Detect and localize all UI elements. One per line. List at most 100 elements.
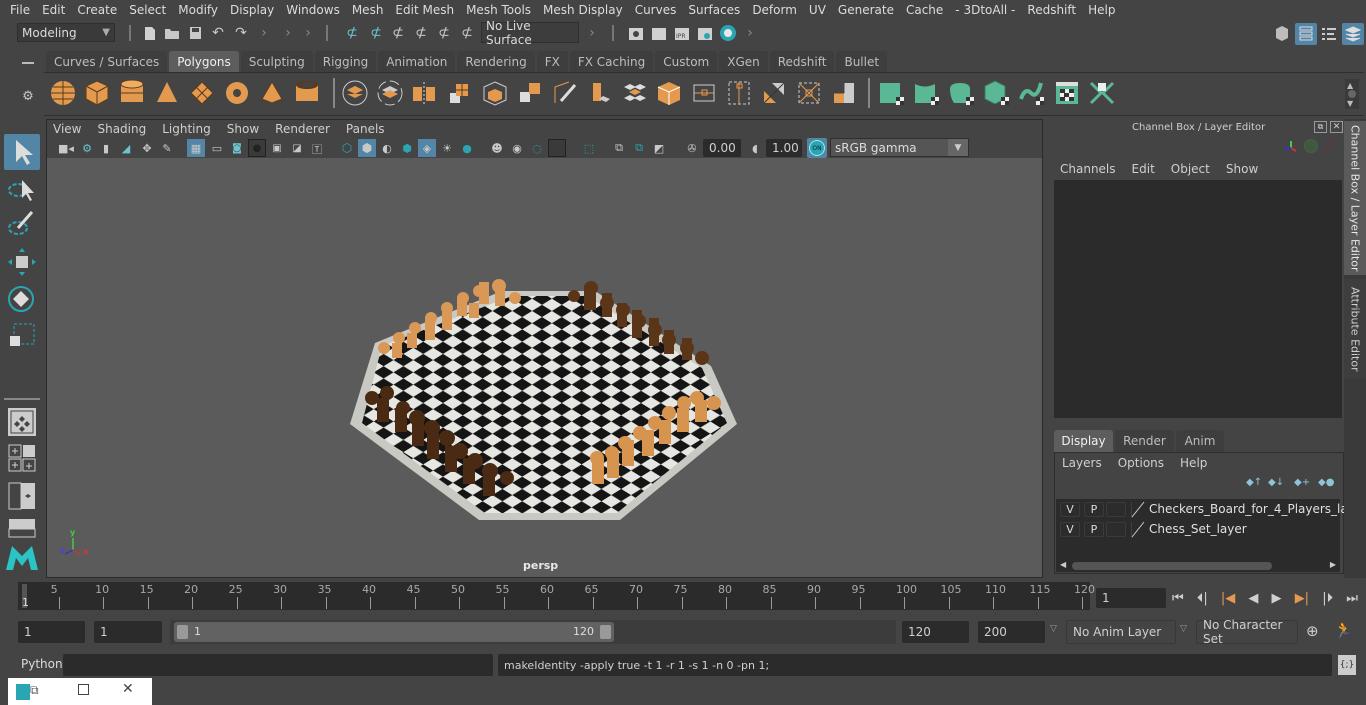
scroll-right-icon[interactable]: ▶ (1330, 560, 1336, 569)
shelf-menu-icon[interactable] (22, 62, 34, 64)
collapse-arrow-icon[interactable]: › (258, 23, 270, 43)
rotate-tool-button[interactable] (4, 281, 40, 317)
menu-mesh-tools[interactable]: Mesh Tools (460, 3, 537, 17)
shelf-tab-fx-caching[interactable]: FX Caching (569, 51, 654, 72)
anti-aliasing-icon[interactable]: ◌ (528, 139, 546, 157)
vp-menu-show[interactable]: Show (227, 122, 259, 136)
exposure-field[interactable]: 0.00 (703, 139, 741, 157)
poly-cone-icon[interactable] (153, 79, 181, 107)
snap-view-plane-icon[interactable]: ⊄ (411, 23, 431, 43)
shelf-tab-xgen[interactable]: XGen (719, 51, 768, 72)
planar-uv-icon[interactable] (878, 79, 906, 107)
menu-create[interactable]: Create (71, 3, 123, 17)
poly-pyramid-icon[interactable] (258, 79, 286, 107)
grease-pencil-icon[interactable]: ✎ (158, 139, 176, 157)
shade-default-material-icon[interactable]: ◐ (378, 139, 396, 157)
anim-layer-chevron-icon[interactable]: ▽ (1050, 624, 1057, 634)
open-scene-icon[interactable] (163, 23, 181, 43)
side-tab-attribute-editor[interactable]: Attribute Editor (1344, 279, 1366, 379)
channel-box-list[interactable] (1054, 180, 1342, 418)
shelf-tab-curves-surfaces[interactable]: Curves / Surfaces (46, 51, 168, 72)
snap-grid-icon[interactable]: ⊄ (342, 23, 362, 43)
textured-icon[interactable]: ◈ (418, 139, 436, 157)
character-set-dropdown[interactable]: No Character Set (1196, 618, 1298, 646)
layer-scroll-thumb[interactable] (1072, 562, 1272, 570)
layer-name[interactable]: Chess_Set_layer (1149, 522, 1247, 536)
shelf-tab-fx[interactable]: FX (536, 51, 568, 72)
grid-toggle-icon[interactable]: ▦ (187, 139, 205, 157)
menu-edit[interactable]: Edit (36, 3, 71, 17)
menu-deform[interactable]: Deform (746, 3, 803, 17)
layer-playback-toggle[interactable]: P (1084, 522, 1104, 537)
speed-toggle-icon[interactable] (1304, 139, 1318, 153)
shelf-tab-redshift[interactable]: Redshift (769, 51, 835, 72)
shadows-icon[interactable]: ● (458, 139, 476, 157)
layer-row[interactable]: V P Chess_Set_layer (1056, 520, 1340, 540)
move-layer-up-icon[interactable]: ◆↑ (1246, 477, 1262, 488)
current-time-marker[interactable]: 1 (22, 596, 29, 609)
manip-axis-icon[interactable] (1282, 139, 1298, 155)
render-view-icon[interactable] (626, 23, 646, 43)
snap-point-icon[interactable]: ⊄ (388, 23, 408, 43)
wireframe-on-shaded-icon[interactable]: ⬢ (398, 139, 416, 157)
step-forward-key-icon[interactable]: ▶| (1295, 591, 1309, 606)
range-slider-bar[interactable]: 1 120 (174, 622, 614, 642)
shelf-tab-sculpting[interactable]: Sculpting (240, 51, 313, 72)
safe-title-icon[interactable]: 🅃 (308, 139, 326, 157)
range-start-handle[interactable] (177, 625, 188, 639)
layer-tab-render[interactable]: Render (1115, 430, 1174, 452)
menu-mesh[interactable]: Mesh (346, 3, 390, 17)
le-menu-layers[interactable]: Layers (1062, 456, 1102, 470)
render-settings-icon[interactable] (695, 23, 715, 43)
tool-settings-icon[interactable] (1319, 23, 1339, 45)
menu-windows[interactable]: Windows (280, 3, 346, 17)
layer-h-scrollbar[interactable]: ◀ ▶ (1058, 560, 1338, 572)
menu-curves[interactable]: Curves (629, 3, 683, 17)
menu-3dtoall[interactable]: - 3DtoAll - (949, 3, 1021, 17)
four-view-layout-button[interactable] (8, 444, 36, 472)
menu-display[interactable]: Display (224, 3, 280, 17)
poly-cylinder-icon[interactable] (118, 79, 146, 107)
menu-redshift[interactable]: Redshift (1021, 3, 1082, 17)
menu-mesh-display[interactable]: Mesh Display (537, 3, 629, 17)
vp-menu-panels[interactable]: Panels (346, 122, 385, 136)
close-panel-icon[interactable]: ✕ (1330, 121, 1343, 133)
character-set-chevron-icon[interactable]: ▽ (1180, 624, 1187, 634)
film-gate-icon[interactable]: ▭ (208, 139, 226, 157)
mode-dropdown[interactable]: Modeling ▼ (17, 23, 115, 42)
new-layer-selected-icon[interactable]: ◆● (1318, 477, 1334, 488)
playback-start-field[interactable]: 1 (94, 621, 162, 643)
menu-uv[interactable]: UV (803, 3, 832, 17)
layer-visibility-toggle[interactable]: V (1060, 522, 1080, 537)
end-time-field[interactable]: 200 (978, 621, 1045, 643)
select-camera-icon[interactable]: ■◂ (57, 139, 75, 157)
poly-pipe-icon[interactable] (293, 79, 321, 107)
uv-sew-icon[interactable] (1088, 79, 1116, 107)
close-window-icon[interactable]: ✕ (122, 681, 134, 697)
smooth-icon[interactable] (446, 79, 474, 107)
side-tab-channel-box[interactable]: Channel Box / Layer Editor (1344, 121, 1366, 275)
scroll-down-icon[interactable]: ▼ (1347, 99, 1353, 108)
cb-menu-channels[interactable]: Channels (1060, 162, 1116, 176)
vp-menu-shading[interactable]: Shading (97, 122, 146, 136)
collapse-arrow-icon[interactable]: › (586, 23, 598, 43)
float-panel-icon[interactable]: ⧉ (1314, 121, 1327, 133)
collapse-arrow-icon[interactable]: › (302, 23, 314, 43)
script-language-toggle[interactable]: Python (21, 657, 63, 671)
color-management-toggle[interactable]: ON (807, 138, 827, 158)
animation-preferences-icon[interactable]: 🏃 (1334, 621, 1356, 643)
le-menu-options[interactable]: Options (1118, 456, 1164, 470)
spherical-uv-icon[interactable] (948, 79, 976, 107)
shelf-scroll-thumb[interactable] (1348, 90, 1356, 98)
reduce-icon[interactable] (481, 79, 509, 107)
xray-icon[interactable]: ⧉ (610, 139, 628, 157)
time-slider[interactable]: 1 5 10 15 20 25 30 35 40 45 50 55 60 65 70 75 80 85 90 95 10… (18, 582, 1095, 610)
cb-menu-edit[interactable]: Edit (1132, 162, 1155, 176)
multi-cut-icon[interactable] (551, 79, 579, 107)
target-weld-icon[interactable] (760, 79, 788, 107)
menu-edit-mesh[interactable]: Edit Mesh (389, 3, 460, 17)
menu-surfaces[interactable]: Surfaces (682, 3, 746, 17)
separate-icon[interactable] (376, 79, 404, 107)
anim-layer-dropdown[interactable]: No Anim Layer (1066, 620, 1176, 644)
step-forward-frame-icon[interactable]: |⏵ (1322, 591, 1333, 606)
